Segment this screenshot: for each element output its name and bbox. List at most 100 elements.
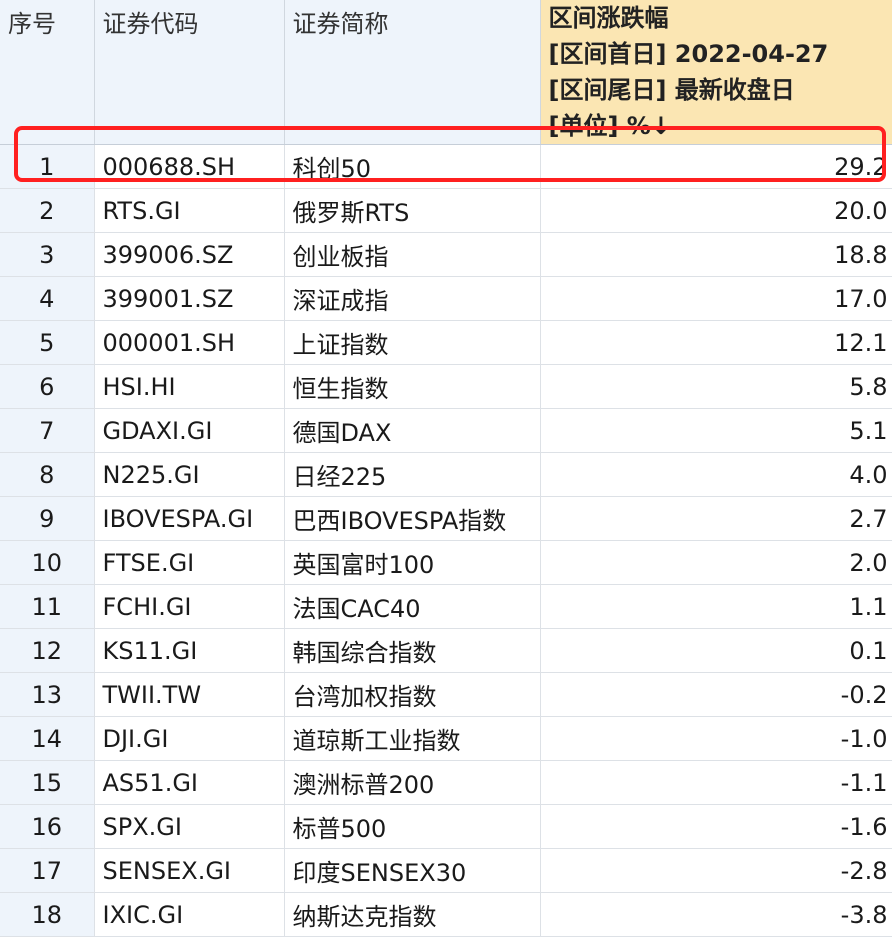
security-name-cell[interactable]: 上证指数 — [284, 320, 541, 365]
table-body: 1 000688.SH 科创50 29.2 2 RTS.GI 俄罗斯RTS 20.0 3 3990… — [0, 144, 892, 937]
interval-change-cell[interactable]: 12.1 — [540, 320, 892, 365]
table-row[interactable]: 15 AS51.GI 澳洲标普200 -1.1 — [0, 760, 892, 805]
header-change-unit: [单位] %↓ — [548, 112, 671, 140]
security-code-cell[interactable]: 000688.SH — [94, 144, 285, 189]
interval-change-cell[interactable]: -2.8 — [540, 848, 892, 893]
security-name-cell[interactable]: 深证成指 — [284, 276, 541, 321]
security-code-cell[interactable]: HSI.HI — [94, 364, 285, 409]
row-index-cell[interactable]: 12 — [0, 628, 95, 673]
security-name-cell[interactable]: 台湾加权指数 — [284, 672, 541, 717]
interval-change-cell[interactable]: -0.2 — [540, 672, 892, 717]
row-index-cell[interactable]: 4 — [0, 276, 95, 321]
interval-change-cell[interactable]: 2.0 — [540, 540, 892, 585]
table-row[interactable]: 13 TWII.TW 台湾加权指数 -0.2 — [0, 672, 892, 717]
table-row[interactable]: 7 GDAXI.GI 德国DAX 5.1 — [0, 408, 892, 453]
security-code-cell[interactable]: SENSEX.GI — [94, 848, 285, 893]
header-change-title: 区间涨跌幅 — [548, 4, 669, 32]
row-index-cell[interactable]: 17 — [0, 848, 95, 893]
interval-change-cell[interactable]: 4.0 — [540, 452, 892, 497]
interval-change-cell[interactable]: -1.0 — [540, 716, 892, 761]
table-row[interactable]: 1 000688.SH 科创50 29.2 — [0, 144, 892, 189]
row-index-cell[interactable]: 15 — [0, 760, 95, 805]
row-index-cell[interactable]: 16 — [0, 804, 95, 849]
security-code-cell[interactable]: RTS.GI — [94, 188, 285, 233]
table-row[interactable]: 3 399006.SZ 创业板指 18.8 — [0, 232, 892, 277]
security-code-cell[interactable]: 000001.SH — [94, 320, 285, 365]
row-index-cell[interactable]: 13 — [0, 672, 95, 717]
interval-change-cell[interactable]: 1.1 — [540, 584, 892, 629]
security-code-cell[interactable]: 399001.SZ — [94, 276, 285, 321]
row-index-cell[interactable]: 18 — [0, 892, 95, 937]
data-table: 序号 证券代码 证券简称 区间涨跌幅 [区间首日] 2022-04-27 [区间… — [0, 0, 892, 937]
security-code-cell[interactable]: FTSE.GI — [94, 540, 285, 585]
security-code-cell[interactable]: SPX.GI — [94, 804, 285, 849]
security-name-cell[interactable]: 德国DAX — [284, 408, 541, 453]
interval-change-cell[interactable]: 0.1 — [540, 628, 892, 673]
table-row[interactable]: 11 FCHI.GI 法国CAC40 1.1 — [0, 584, 892, 629]
row-index-cell[interactable]: 11 — [0, 584, 95, 629]
interval-change-cell[interactable]: -1.6 — [540, 804, 892, 849]
security-name-cell[interactable]: 标普500 — [284, 804, 541, 849]
table-row[interactable]: 8 N225.GI 日经225 4.0 — [0, 452, 892, 497]
security-code-cell[interactable]: N225.GI — [94, 452, 285, 497]
header-change-sorted[interactable]: 区间涨跌幅 [区间首日] 2022-04-27 [区间尾日] 最新收盘日 [单位… — [540, 0, 892, 145]
security-name-cell[interactable]: 法国CAC40 — [284, 584, 541, 629]
row-index-cell[interactable]: 6 — [0, 364, 95, 409]
security-name-cell[interactable]: 俄罗斯RTS — [284, 188, 541, 233]
security-code-cell[interactable]: IBOVESPA.GI — [94, 496, 285, 541]
table-row[interactable]: 16 SPX.GI 标普500 -1.6 — [0, 804, 892, 849]
row-index-cell[interactable]: 2 — [0, 188, 95, 233]
row-index-cell[interactable]: 3 — [0, 232, 95, 277]
table-row[interactable]: 17 SENSEX.GI 印度SENSEX30 -2.8 — [0, 848, 892, 893]
header-index[interactable]: 序号 — [0, 0, 95, 145]
interval-change-cell[interactable]: 5.1 — [540, 408, 892, 453]
interval-change-cell[interactable]: -3.8 — [540, 892, 892, 937]
interval-change-cell[interactable]: 20.0 — [540, 188, 892, 233]
row-index-cell[interactable]: 1 — [0, 144, 95, 189]
security-name-cell[interactable]: 韩国综合指数 — [284, 628, 541, 673]
interval-change-cell[interactable]: 29.2 — [540, 144, 892, 189]
security-name-cell[interactable]: 科创50 — [284, 144, 541, 189]
interval-change-cell[interactable]: 2.7 — [540, 496, 892, 541]
header-name[interactable]: 证券简称 — [284, 0, 541, 145]
security-code-cell[interactable]: 399006.SZ — [94, 232, 285, 277]
security-name-cell[interactable]: 英国富时100 — [284, 540, 541, 585]
security-name-cell[interactable]: 巴西IBOVESPA指数 — [284, 496, 541, 541]
table-row[interactable]: 9 IBOVESPA.GI 巴西IBOVESPA指数 2.7 — [0, 496, 892, 541]
table-row[interactable]: 4 399001.SZ 深证成指 17.0 — [0, 276, 892, 321]
table-row[interactable]: 6 HSI.HI 恒生指数 5.8 — [0, 364, 892, 409]
security-code-cell[interactable]: KS11.GI — [94, 628, 285, 673]
row-index-cell[interactable]: 10 — [0, 540, 95, 585]
table-row[interactable]: 5 000001.SH 上证指数 12.1 — [0, 320, 892, 365]
table-row[interactable]: 12 KS11.GI 韩国综合指数 0.1 — [0, 628, 892, 673]
interval-change-cell[interactable]: 17.0 — [540, 276, 892, 321]
row-index-cell[interactable]: 5 — [0, 320, 95, 365]
security-name-cell[interactable]: 创业板指 — [284, 232, 541, 277]
table-row[interactable]: 18 IXIC.GI 纳斯达克指数 -3.8 — [0, 892, 892, 937]
security-code-cell[interactable]: IXIC.GI — [94, 892, 285, 937]
row-index-cell[interactable]: 14 — [0, 716, 95, 761]
table-row[interactable]: 14 DJI.GI 道琼斯工业指数 -1.0 — [0, 716, 892, 761]
security-code-cell[interactable]: DJI.GI — [94, 716, 285, 761]
security-name-cell[interactable]: 澳洲标普200 — [284, 760, 541, 805]
security-name-cell[interactable]: 道琼斯工业指数 — [284, 716, 541, 761]
row-index-cell[interactable]: 8 — [0, 452, 95, 497]
interval-change-cell[interactable]: 5.8 — [540, 364, 892, 409]
header-change-start-date: [区间首日] 2022-04-27 — [548, 40, 829, 68]
security-code-cell[interactable]: GDAXI.GI — [94, 408, 285, 453]
security-code-cell[interactable]: AS51.GI — [94, 760, 285, 805]
table-row[interactable]: 2 RTS.GI 俄罗斯RTS 20.0 — [0, 188, 892, 233]
table-row[interactable]: 10 FTSE.GI 英国富时100 2.0 — [0, 540, 892, 585]
interval-change-cell[interactable]: 18.8 — [540, 232, 892, 277]
header-code[interactable]: 证券代码 — [94, 0, 285, 145]
header-change-end-date: [区间尾日] 最新收盘日 — [548, 76, 795, 104]
row-index-cell[interactable]: 9 — [0, 496, 95, 541]
security-name-cell[interactable]: 日经225 — [284, 452, 541, 497]
security-name-cell[interactable]: 印度SENSEX30 — [284, 848, 541, 893]
interval-change-cell[interactable]: -1.1 — [540, 760, 892, 805]
security-code-cell[interactable]: TWII.TW — [94, 672, 285, 717]
security-name-cell[interactable]: 纳斯达克指数 — [284, 892, 541, 937]
security-name-cell[interactable]: 恒生指数 — [284, 364, 541, 409]
security-code-cell[interactable]: FCHI.GI — [94, 584, 285, 629]
row-index-cell[interactable]: 7 — [0, 408, 95, 453]
